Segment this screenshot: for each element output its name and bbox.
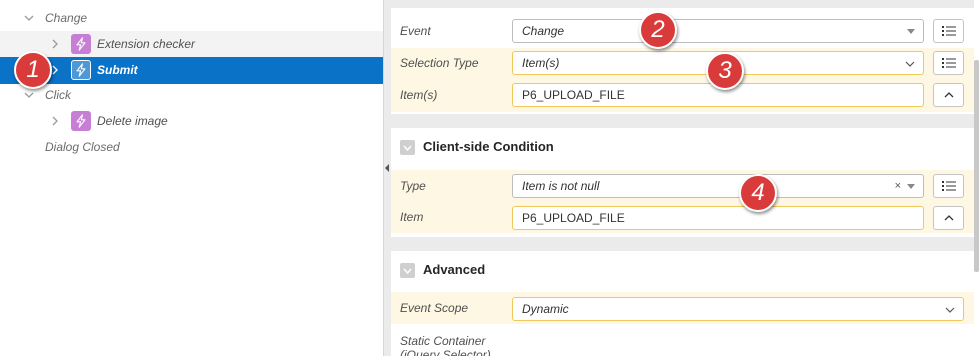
condition-type-label: Type xyxy=(400,179,426,193)
tree-node-label: Change xyxy=(45,11,88,25)
list-icon xyxy=(941,58,956,68)
advanced-header[interactable]: Advanced xyxy=(391,253,974,287)
items-collapse-button[interactable] xyxy=(933,83,964,107)
section-title: Client-side Condition xyxy=(423,139,554,154)
event-row: Event Change xyxy=(391,16,974,46)
event-label: Event xyxy=(400,24,431,38)
list-icon xyxy=(941,181,956,191)
tree-node-submit[interactable]: Submit xyxy=(0,57,383,84)
lightning-bolt-icon xyxy=(71,111,91,131)
annotation-badge-1: 1 xyxy=(14,51,52,89)
chevron-down-icon[interactable] xyxy=(24,13,34,23)
lightning-bolt-icon xyxy=(71,60,91,80)
annotation-badge-4: 4 xyxy=(739,174,777,212)
chevron-right-icon[interactable] xyxy=(50,116,60,126)
tree-node-dialog-closed[interactable]: Dialog Closed xyxy=(0,134,383,160)
event-scope-row: Event Scope Dynamic xyxy=(391,292,974,324)
event-scope-label: Event Scope xyxy=(400,301,469,315)
section-divider xyxy=(391,0,974,8)
tree-node-label: Dialog Closed xyxy=(45,140,120,154)
annotation-badge-3: 3 xyxy=(706,52,744,90)
event-scope-select[interactable]: Dynamic xyxy=(512,297,964,321)
condition-item-row: Item P6_UPLOAD_FILE xyxy=(391,201,974,233)
dropdown-arrow-icon xyxy=(907,184,915,189)
condition-item-input[interactable]: P6_UPLOAD_FILE xyxy=(512,206,924,230)
tree-node-click-event[interactable]: Click xyxy=(0,82,383,108)
event-list-button[interactable] xyxy=(933,19,964,43)
items-value: P6_UPLOAD_FILE xyxy=(522,88,625,102)
clear-icon[interactable]: × xyxy=(895,175,901,197)
condition-item-value: P6_UPLOAD_FILE xyxy=(522,211,625,225)
list-icon xyxy=(941,26,956,36)
lightning-bolt-icon xyxy=(71,34,91,54)
event-scope-value: Dynamic xyxy=(522,302,569,316)
selection-type-value: Item(s) xyxy=(522,56,560,70)
collapse-left-arrow-icon[interactable] xyxy=(385,164,389,172)
chevron-right-icon[interactable] xyxy=(50,39,60,49)
chevron-down-icon[interactable] xyxy=(24,90,34,100)
chevron-up-icon xyxy=(944,215,953,221)
items-label: Item(s) xyxy=(400,88,438,102)
tree-node-label: Extension checker xyxy=(97,37,196,51)
event-value: Change xyxy=(522,24,565,38)
items-row: Item(s) P6_UPLOAD_FILE xyxy=(391,79,974,112)
chevron-down-icon xyxy=(905,61,915,67)
selection-type-label: Selection Type xyxy=(400,56,479,70)
tree-node-delete-image[interactable]: Delete image xyxy=(0,108,383,134)
event-select[interactable]: Change xyxy=(512,19,924,43)
chevron-down-icon[interactable] xyxy=(400,263,415,278)
chevron-up-icon xyxy=(944,92,953,98)
tree-node-change-event[interactable]: Change xyxy=(0,5,383,31)
section-divider xyxy=(391,114,974,128)
tree-pane: Change Extension checker Submit Click De… xyxy=(0,0,383,356)
pane-splitter[interactable] xyxy=(383,0,391,356)
vertical-scrollbar[interactable] xyxy=(974,60,979,272)
condition-type-row: Type Item is not null × xyxy=(391,170,974,201)
tree-node-label: Submit xyxy=(97,63,138,77)
tree-node-label: Delete image xyxy=(97,114,168,128)
static-container-label: Static Container xyxy=(400,334,486,348)
property-editor: Event Change Selection Type Item(s) Item… xyxy=(391,0,979,356)
condition-item-label: Item xyxy=(400,210,424,224)
tree-node-extension-checker[interactable]: Extension checker xyxy=(0,31,383,57)
dropdown-arrow-icon xyxy=(907,29,915,34)
chevron-down-icon[interactable] xyxy=(400,140,415,155)
static-container-row: Static Container (jQuery Selector) xyxy=(391,328,974,356)
selection-type-list-button[interactable] xyxy=(933,51,964,75)
condition-type-list-button[interactable] xyxy=(933,174,964,198)
condition-type-value: Item is not null xyxy=(522,179,600,193)
section-title: Advanced xyxy=(423,262,486,277)
static-container-sublabel: (jQuery Selector) xyxy=(400,348,491,356)
section-divider xyxy=(391,237,974,251)
selection-type-row: Selection Type Item(s) xyxy=(391,48,974,79)
condition-item-collapse-button[interactable] xyxy=(933,206,964,230)
tree-node-label: Click xyxy=(45,88,71,102)
chevron-down-icon xyxy=(945,307,955,313)
condition-type-select[interactable]: Item is not null × xyxy=(512,174,924,198)
client-side-condition-header[interactable]: Client-side Condition xyxy=(391,130,974,164)
annotation-badge-2: 2 xyxy=(639,11,677,49)
